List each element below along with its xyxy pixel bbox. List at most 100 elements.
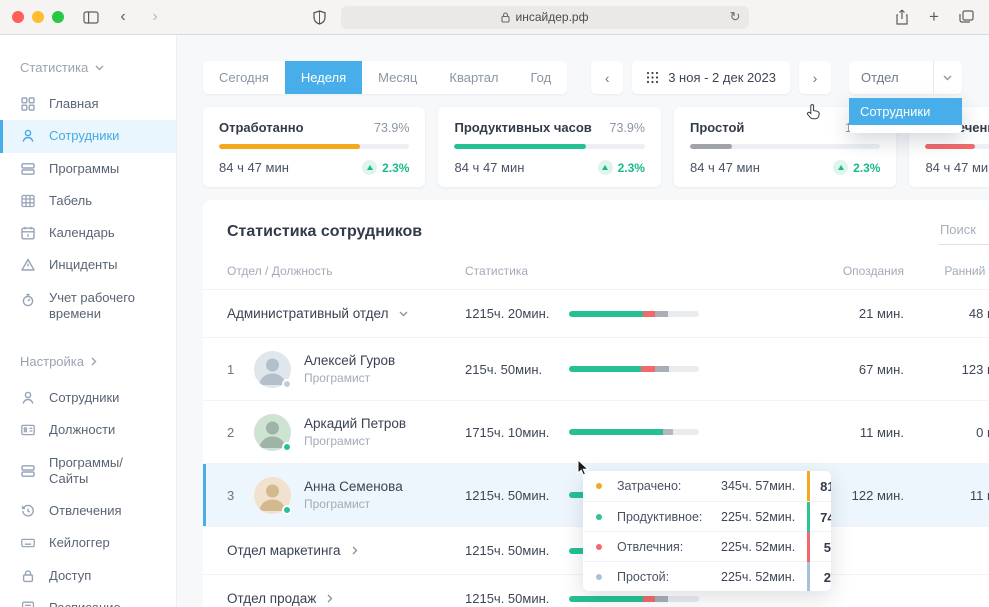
card-productive: Продуктивных часов 73.9% 84 ч 47 мин 2.3… [438, 107, 660, 187]
new-tab-button[interactable]: + [923, 6, 945, 28]
col-department-position: Отдел / Должность [227, 264, 465, 278]
card-title: Продуктивных часов [454, 120, 591, 135]
date-range-label: 3 ноя - 2 дек 2023 [668, 70, 776, 85]
department-name: Отдел маркетинга [227, 543, 341, 558]
document-list-icon [20, 600, 36, 607]
chevron-right-icon [352, 546, 358, 555]
online-dot [282, 442, 292, 452]
sidebar-item-schedule[interactable]: Расписание [0, 592, 176, 607]
tooltip-row-productive: Продуктивное: 225ч. 52мин. 74% [583, 501, 831, 531]
sidebar-item-calendar[interactable]: Календарь [0, 217, 176, 249]
late-value: 11 мин. [719, 425, 904, 440]
employee-row[interactable]: 1 Алексей Гуров Програмист 215ч. 50мин. [203, 337, 989, 400]
stat-value: 1215ч. 50мин. [465, 543, 569, 558]
employee-row[interactable]: 2 Аркадий Петров Програмист 1715ч. 10мин… [203, 400, 989, 463]
sidebar-section-statistics[interactable]: Статистика [0, 60, 176, 75]
sidebar-section-settings[interactable]: Настройка [0, 354, 176, 369]
filter-select[interactable]: Отдел Сотрудники [849, 61, 962, 94]
progress-bar [219, 144, 409, 149]
arrow-up-icon [362, 160, 377, 175]
late-value: 21 мин. [719, 306, 904, 321]
status-dot [282, 379, 292, 389]
employee-name: Аркадий Петров [304, 416, 406, 431]
tooltip-row-idle: Простой: 225ч. 52мин. 2% [583, 561, 831, 591]
sidebar-item-label: Табель [49, 193, 92, 209]
col-early-leave: Ранний уход [904, 264, 989, 278]
shield-icon[interactable] [309, 6, 331, 28]
employee-role: Програмист [304, 497, 403, 511]
clock-back-icon [20, 503, 36, 519]
minimize-window-button[interactable] [32, 11, 44, 23]
employee-role: Програмист [304, 434, 406, 448]
sidebar-item-label: Сотрудники [49, 390, 119, 406]
department-row[interactable]: Административный отдел 1215ч. 20мин. 21 … [203, 289, 989, 337]
close-window-button[interactable] [12, 11, 24, 23]
calendar-grid-icon [646, 71, 659, 84]
sidebar-item-employees[interactable]: Сотрудники [0, 120, 176, 152]
card-title: Простой [690, 120, 744, 135]
sidebar-item-settings-employees[interactable]: Сотрудники [0, 382, 176, 414]
sidebar-item-distractions[interactable]: Отвлечения [0, 495, 176, 527]
dropdown-item-employees[interactable]: Сотрудники [849, 98, 962, 125]
sidebar-toggle-icon[interactable] [80, 6, 102, 28]
date-range-button[interactable]: 3 ноя - 2 дек 2023 [632, 61, 790, 94]
chevron-down-icon [933, 61, 962, 94]
activity-bar[interactable] [569, 366, 699, 372]
sidebar-item-programs-sites[interactable]: Программы/Сайты [0, 447, 176, 496]
section-settings-label: Настройка [20, 354, 84, 369]
warning-icon [20, 257, 36, 273]
apps-icon [20, 463, 36, 479]
prev-period-button[interactable]: ‹ [591, 61, 623, 94]
sidebar-item-main[interactable]: Главная [0, 88, 176, 120]
sidebar-item-label: Программы/Сайты [49, 455, 162, 488]
activity-bar[interactable] [569, 429, 699, 435]
address-bar[interactable]: инсайдер.рф ↻ [341, 6, 749, 29]
avatar [254, 414, 291, 451]
back-button[interactable]: ‹ [112, 6, 134, 28]
chevron-down-icon [399, 311, 408, 317]
reload-icon[interactable]: ↻ [730, 9, 741, 25]
tooltip-row-distractions: Отвлечния: 225ч. 52мин. 5% [583, 531, 831, 561]
dashboard-icon [20, 96, 36, 112]
sidebar-item-incidents[interactable]: Инциденты [0, 249, 176, 281]
forward-button[interactable]: › [144, 6, 166, 28]
activity-bar[interactable] [569, 311, 699, 317]
filter-dropdown: Сотрудники [849, 98, 962, 133]
tab-year[interactable]: Год [515, 61, 568, 94]
period-tabs: Сегодня Неделя Месяц Квартал Год [203, 61, 567, 94]
stat-value: 1215ч. 20мин. [465, 306, 569, 321]
progress-bar [454, 144, 644, 149]
next-period-button[interactable]: › [799, 61, 831, 94]
tab-week[interactable]: Неделя [285, 61, 362, 94]
sidebar-item-positions[interactable]: Должности [0, 414, 176, 446]
tab-quarter[interactable]: Квартал [433, 61, 514, 94]
search-input[interactable] [938, 218, 989, 245]
row-number: 3 [227, 488, 254, 503]
sidebar-item-label: Учет рабочего времени [49, 290, 159, 323]
sidebar-item-timesheet[interactable]: Табель [0, 185, 176, 217]
window-controls [12, 11, 64, 23]
search-box [938, 218, 989, 245]
online-dot [282, 505, 292, 515]
employee-role: Програмист [304, 371, 395, 385]
early-leave-value: 123 мин. [904, 362, 989, 377]
tab-month[interactable]: Месяц [362, 61, 433, 94]
sidebar-item-programs[interactable]: Программы [0, 153, 176, 185]
sidebar-item-work-time[interactable]: Учет рабочего времени [0, 282, 176, 331]
activity-tooltip: Затрачено: 345ч. 57мин. 81% Продуктивное… [583, 471, 831, 591]
card-value: 84 ч 47 мин [454, 160, 524, 175]
zoom-window-button[interactable] [52, 11, 64, 23]
screen: ‹ › инсайдер.рф ↻ + Статистика [0, 0, 989, 607]
change-badge: 2.3% [598, 160, 645, 175]
employee-name: Алексей Гуров [304, 353, 395, 368]
stopwatch-icon [20, 292, 36, 308]
late-value: 67 мин. [719, 362, 904, 377]
sidebar-item-keylogger[interactable]: Кейлоггер [0, 527, 176, 559]
tabs-overview-icon[interactable] [955, 6, 977, 28]
apps-icon [20, 161, 36, 177]
share-icon[interactable] [891, 6, 913, 28]
tab-today[interactable]: Сегодня [203, 61, 285, 94]
sidebar-item-access[interactable]: Доступ [0, 560, 176, 592]
activity-bar[interactable] [569, 596, 699, 602]
col-late: Опоздания [719, 264, 904, 278]
